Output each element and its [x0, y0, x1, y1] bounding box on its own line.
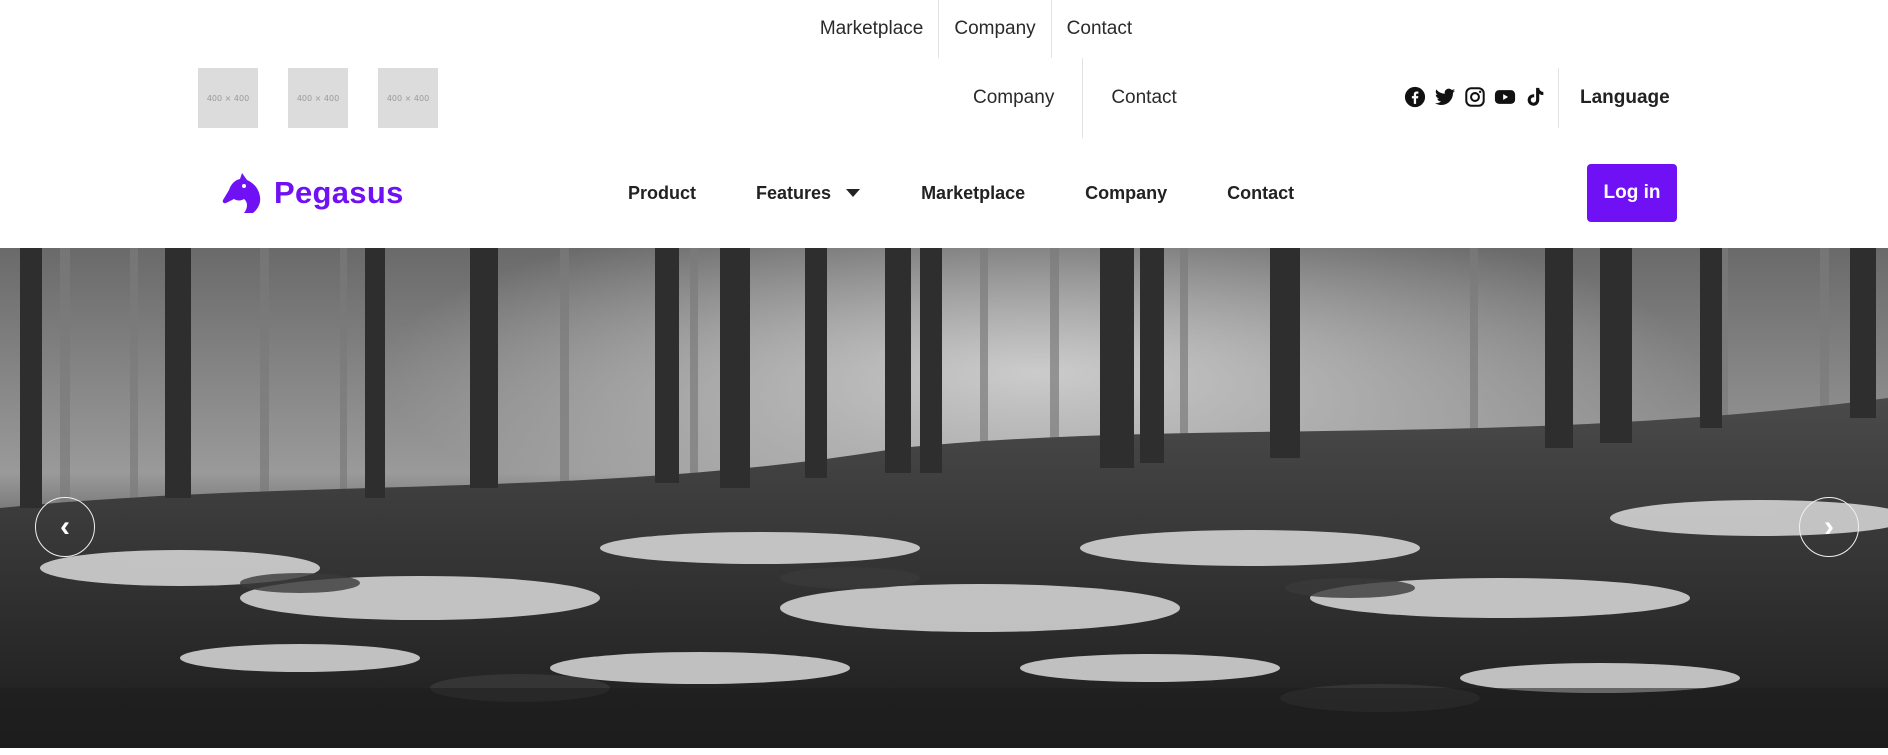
brand[interactable]: Pegasus [220, 171, 404, 215]
forest-hero-image [0, 248, 1888, 748]
top-nav-link-marketplace[interactable]: Marketplace [805, 0, 939, 58]
carousel-next-button[interactable]: › [1799, 497, 1859, 557]
youtube-icon[interactable] [1494, 86, 1516, 108]
top-utility-nav-list: Marketplace Company Contact [805, 0, 1147, 58]
placeholder-thumbnail: 400 × 400 [198, 68, 258, 128]
main-menu: Product Features Marketplace Company Con… [628, 138, 1354, 248]
nav-item-marketplace[interactable]: Marketplace [921, 183, 1025, 204]
carousel-prev-button[interactable]: ‹ [35, 497, 95, 557]
nav-item-product[interactable]: Product [628, 183, 696, 204]
login-button[interactable]: Log in [1587, 164, 1677, 222]
brand-name: Pegasus [274, 175, 404, 210]
nav-item-label: Product [628, 182, 697, 203]
social-links [1404, 86, 1546, 108]
secondary-links: Company Contact [945, 58, 1205, 138]
chevron-left-icon: ‹ [60, 510, 70, 543]
caret-down-icon [846, 189, 861, 197]
secondary-link-company[interactable]: Company [945, 58, 1082, 138]
top-nav-link-company[interactable]: Company [938, 0, 1050, 58]
secondary-header: 400 × 400 400 × 400 400 × 400 Company Co… [0, 58, 1888, 138]
placeholder-thumbnail: 400 × 400 [378, 68, 438, 128]
hero-carousel: ‹ › [0, 248, 1888, 748]
top-utility-nav: Marketplace Company Contact [0, 0, 1888, 58]
twitter-icon[interactable] [1434, 86, 1456, 108]
instagram-icon[interactable] [1464, 86, 1486, 108]
nav-item-contact[interactable]: Contact [1227, 183, 1294, 204]
nav-item-company[interactable]: Company [1085, 183, 1167, 204]
main-navigation: Pegasus Product Features Marketplace Com… [0, 138, 1888, 248]
tiktok-icon[interactable] [1524, 86, 1546, 108]
language-selector[interactable]: Language [1580, 58, 1670, 138]
thumbnail-group: 400 × 400 400 × 400 400 × 400 [198, 68, 438, 128]
nav-item-label: Contact [1227, 182, 1295, 203]
placeholder-thumbnail: 400 × 400 [288, 68, 348, 128]
secondary-link-contact[interactable]: Contact [1082, 58, 1204, 138]
nav-item-label: Features [756, 182, 832, 203]
top-nav-link-contact[interactable]: Contact [1050, 0, 1147, 58]
chevron-right-icon: › [1824, 510, 1834, 543]
nav-item-label: Company [1085, 182, 1168, 203]
nav-item-features[interactable]: Features [756, 183, 861, 204]
pegasus-logo-icon [222, 173, 261, 213]
nav-item-label: Marketplace [921, 182, 1026, 203]
facebook-icon[interactable] [1404, 86, 1426, 108]
language-separator [1558, 68, 1559, 128]
